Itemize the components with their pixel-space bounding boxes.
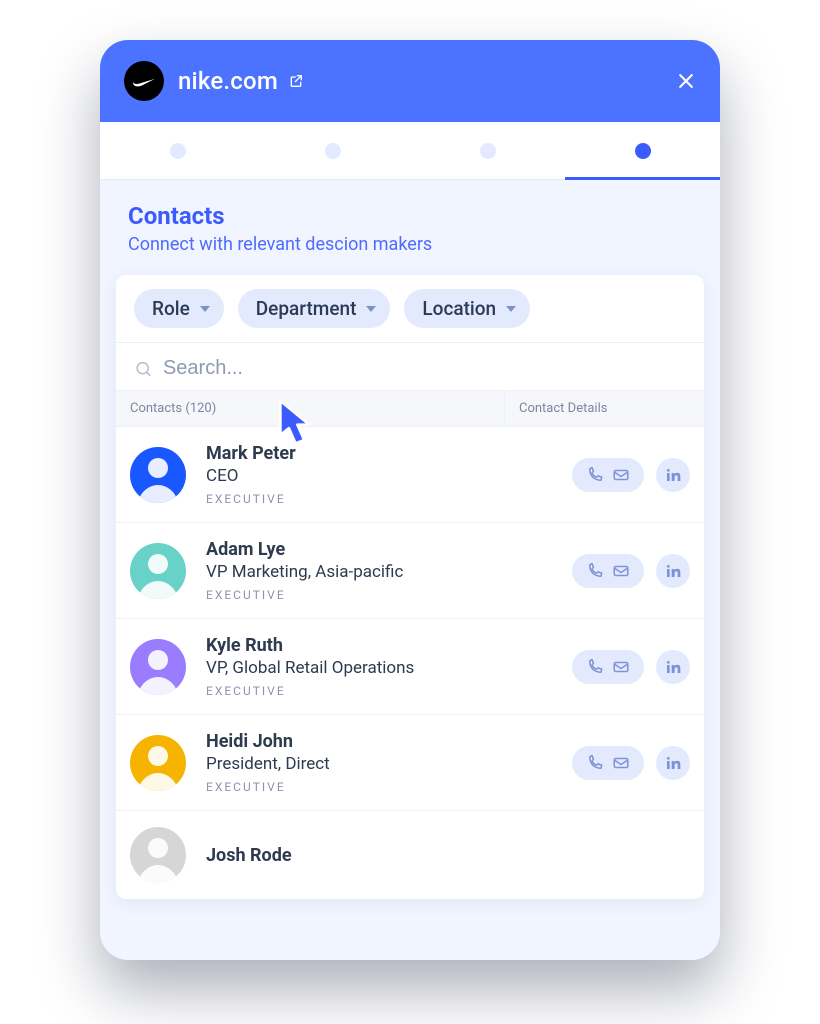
section-header: Contacts Connect with relevant descion m…: [100, 180, 720, 269]
contact-row[interactable]: Kyle Ruth VP, Global Retail Operations E…: [116, 619, 704, 715]
linkedin-icon: [665, 659, 681, 675]
contact-name: Josh Rode: [206, 845, 690, 866]
contact-info: Heidi John President, Direct EXECUTIVE: [206, 731, 510, 794]
contacts-panel: nike.com Contacts Connect with relevant …: [100, 40, 720, 960]
column-contacts: Contacts (120): [116, 391, 504, 426]
contact-tag: EXECUTIVE: [206, 684, 510, 698]
panel-header: nike.com: [100, 40, 720, 122]
contact-title: President, Direct: [206, 754, 510, 774]
contact-info: Josh Rode: [206, 845, 690, 866]
contact-title: VP Marketing, Asia-pacific: [206, 562, 510, 582]
filter-label: Department: [256, 297, 357, 320]
external-link-icon[interactable]: [288, 73, 304, 89]
contact-name: Kyle Ruth: [206, 635, 510, 656]
filter-location[interactable]: Location: [404, 289, 530, 328]
tab-bar: [100, 122, 720, 180]
contact-actions: [510, 650, 690, 684]
contact-name: Heidi John: [206, 731, 510, 752]
brand-logo: [124, 61, 164, 101]
chevron-down-icon: [506, 306, 516, 312]
domain-label: nike.com: [178, 67, 278, 95]
search-input[interactable]: [163, 357, 686, 380]
contact-row[interactable]: Mark Peter CEO EXECUTIVE: [116, 427, 704, 523]
avatar: [130, 543, 186, 599]
contact-actions: [510, 746, 690, 780]
linkedin-icon: [665, 563, 681, 579]
filter-label: Role: [152, 297, 190, 320]
filter-row: Role Department Location: [116, 275, 704, 343]
avatar: [130, 447, 186, 503]
contact-row[interactable]: Josh Rode: [116, 811, 704, 899]
contact-actions: [510, 458, 690, 492]
contact-tag: EXECUTIVE: [206, 588, 510, 602]
phone-icon: [586, 658, 604, 676]
contact-tag: EXECUTIVE: [206, 780, 510, 794]
tab-dot-4[interactable]: [635, 143, 651, 159]
avatar: [130, 735, 186, 791]
phone-icon: [586, 562, 604, 580]
avatar: [130, 639, 186, 695]
mail-icon: [612, 562, 630, 580]
tab-dot-2[interactable]: [325, 143, 341, 159]
filter-label: Location: [422, 297, 496, 320]
phone-email-button[interactable]: [572, 458, 644, 492]
contact-name: Mark Peter: [206, 443, 510, 464]
nike-swoosh-icon: [131, 68, 157, 94]
linkedin-button[interactable]: [656, 746, 690, 780]
filter-department[interactable]: Department: [238, 289, 391, 328]
contact-tag: EXECUTIVE: [206, 492, 510, 506]
phone-icon: [586, 754, 604, 772]
section-title: Contacts: [128, 202, 692, 230]
search-row: [116, 343, 704, 390]
contact-actions: [510, 554, 690, 588]
phone-email-button[interactable]: [572, 554, 644, 588]
mail-icon: [612, 754, 630, 772]
avatar: [130, 827, 186, 883]
linkedin-button[interactable]: [656, 650, 690, 684]
linkedin-button[interactable]: [656, 458, 690, 492]
column-contact-details: Contact Details: [504, 391, 704, 426]
mail-icon: [612, 658, 630, 676]
contact-info: Mark Peter CEO EXECUTIVE: [206, 443, 510, 506]
contact-info: Adam Lye VP Marketing, Asia-pacific EXEC…: [206, 539, 510, 602]
linkedin-icon: [665, 755, 681, 771]
contact-name: Adam Lye: [206, 539, 510, 560]
linkedin-icon: [665, 467, 681, 483]
contact-row[interactable]: Adam Lye VP Marketing, Asia-pacific EXEC…: [116, 523, 704, 619]
section-subtitle: Connect with relevant descion makers: [128, 234, 692, 255]
active-tab-underline: [565, 177, 720, 180]
phone-email-button[interactable]: [572, 650, 644, 684]
chevron-down-icon: [200, 306, 210, 312]
contacts-card: Role Department Location Contact: [116, 275, 704, 899]
tab-dot-1[interactable]: [170, 143, 186, 159]
linkedin-button[interactable]: [656, 554, 690, 588]
phone-icon: [586, 466, 604, 484]
tab-dot-3[interactable]: [480, 143, 496, 159]
close-button[interactable]: [676, 71, 696, 91]
contact-info: Kyle Ruth VP, Global Retail Operations E…: [206, 635, 510, 698]
table-header: Contacts (120) Contact Details: [116, 390, 704, 427]
contact-row[interactable]: Heidi John President, Direct EXECUTIVE: [116, 715, 704, 811]
mail-icon: [612, 466, 630, 484]
contact-title: CEO: [206, 466, 510, 486]
filter-role[interactable]: Role: [134, 289, 224, 328]
phone-email-button[interactable]: [572, 746, 644, 780]
contact-title: VP, Global Retail Operations: [206, 658, 510, 678]
search-icon: [134, 359, 153, 379]
contact-list: Mark Peter CEO EXECUTIVE: [116, 427, 704, 899]
chevron-down-icon: [366, 306, 376, 312]
